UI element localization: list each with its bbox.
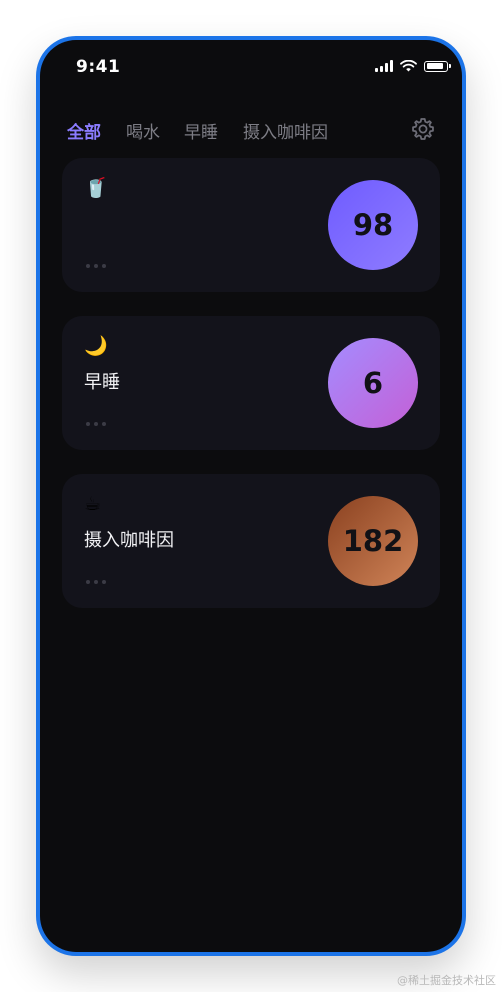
more-options-icon[interactable] <box>84 260 108 272</box>
coffee-icon: ☕ <box>84 493 102 515</box>
battery-icon <box>424 60 451 72</box>
drink-cup-icon: 🥤 <box>84 177 108 199</box>
habit-counter-button[interactable]: 98 <box>328 180 418 270</box>
habit-counter-button[interactable]: 182 <box>328 496 418 586</box>
tab-all[interactable]: 全部 <box>67 118 101 143</box>
status-time: 9:41 <box>76 57 121 77</box>
more-options-icon[interactable] <box>84 576 108 588</box>
moon-icon: 🌙 <box>84 335 108 357</box>
gear-icon[interactable] <box>410 116 436 142</box>
habit-card-caffeine[interactable]: ☕ 摄入咖啡因 182 <box>62 474 440 608</box>
tab-caffeine[interactable]: 摄入咖啡因 <box>243 118 328 143</box>
habit-card-sleep-early[interactable]: 🌙 早睡 6 <box>62 316 440 450</box>
phone-frame: 9:41 全部 喝水 早睡 摄入咖啡因 🥤 98 🌙 早睡 6 ☕ 摄入咖啡因 … <box>36 36 466 956</box>
more-options-icon[interactable] <box>84 418 108 430</box>
habit-title: 早睡 <box>84 372 120 393</box>
watermark: @稀土掘金技术社区 <box>397 974 496 987</box>
app-screen: 9:41 全部 喝水 早睡 摄入咖啡因 🥤 98 🌙 早睡 6 ☕ 摄入咖啡因 … <box>40 40 462 952</box>
habit-title: 摄入咖啡因 <box>84 530 174 551</box>
tab-drink-water[interactable]: 喝水 <box>126 118 160 143</box>
canvas: 9:41 全部 喝水 早睡 摄入咖啡因 🥤 98 🌙 早睡 6 ☕ 摄入咖啡因 … <box>0 0 502 992</box>
habit-counter-button[interactable]: 6 <box>328 338 418 428</box>
tab-sleep-early[interactable]: 早睡 <box>184 118 218 143</box>
habit-list: 🥤 98 🌙 早睡 6 ☕ 摄入咖啡因 182 <box>62 158 440 632</box>
habit-card-drink[interactable]: 🥤 98 <box>62 158 440 292</box>
tab-bar: 全部 喝水 早睡 摄入咖啡因 <box>40 112 462 148</box>
status-bar: 9:41 <box>40 40 462 96</box>
wifi-icon <box>400 60 417 72</box>
cellular-signal-icon <box>375 60 393 72</box>
status-icons <box>375 60 451 72</box>
battery-level <box>426 63 443 69</box>
